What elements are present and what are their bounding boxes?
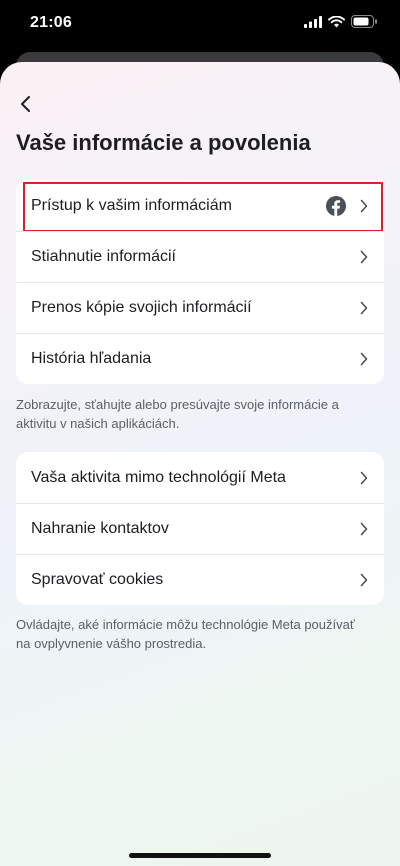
wifi-icon — [328, 15, 345, 27]
list-item-label: Stiahnutie informácií — [31, 248, 176, 265]
chevron-right-icon — [360, 199, 368, 212]
chevron-right-icon — [360, 352, 368, 366]
back-button[interactable] — [14, 92, 38, 116]
list-item-download-information[interactable]: Stiahnutie informácií — [16, 231, 384, 282]
section-description: Zobrazujte, sťahujte alebo presúvajte sv… — [16, 397, 339, 431]
list-item-search-history[interactable]: História hľadania — [16, 333, 384, 384]
chevron-right-icon — [360, 250, 368, 264]
page-title: Vaše informácie a povolenia — [16, 130, 311, 155]
list-item-label: História hľadania — [31, 350, 152, 367]
home-indicator — [129, 853, 271, 858]
list-item-access-your-information[interactable]: Prístup k vašim informáciám — [16, 180, 384, 232]
section-description: Ovládajte, aké informácie môžu technológ… — [16, 617, 355, 651]
chevron-left-icon — [21, 96, 30, 112]
info-permissions-card: Prístup k vašim informáciám Stiahnutie i… — [16, 180, 384, 384]
modal-sheet: Vaše informácie a povolenia Prístup k va… — [0, 62, 400, 866]
activity-settings-card: Vaša aktivita mimo technológií Meta Nahr… — [16, 452, 384, 605]
status-icons — [304, 15, 378, 28]
chevron-right-icon — [360, 301, 368, 315]
list-item-transfer-copy[interactable]: Prenos kópie svojich informácií — [16, 282, 384, 333]
status-bar: 21:06 — [0, 0, 400, 48]
list-item-label: Prenos kópie svojich informácií — [31, 299, 252, 316]
list-item-label: Spravovať cookies — [31, 571, 164, 588]
chevron-right-icon — [360, 522, 368, 536]
list-item-off-meta-activity[interactable]: Vaša aktivita mimo technológií Meta — [16, 452, 384, 503]
list-item-upload-contacts[interactable]: Nahranie kontaktov — [16, 503, 384, 554]
list-item-label: Prístup k vašim informáciám — [31, 196, 232, 214]
chevron-right-icon — [360, 471, 368, 484]
status-time: 21:06 — [30, 14, 72, 31]
list-item-label: Nahranie kontaktov — [31, 520, 169, 537]
list-item-label: Vaša aktivita mimo technológií Meta — [31, 468, 286, 486]
facebook-icon — [326, 195, 346, 216]
list-item-manage-cookies[interactable]: Spravovať cookies — [16, 554, 384, 605]
chevron-right-icon — [360, 573, 368, 587]
cellular-signal-icon — [304, 15, 322, 28]
battery-icon — [351, 15, 377, 28]
